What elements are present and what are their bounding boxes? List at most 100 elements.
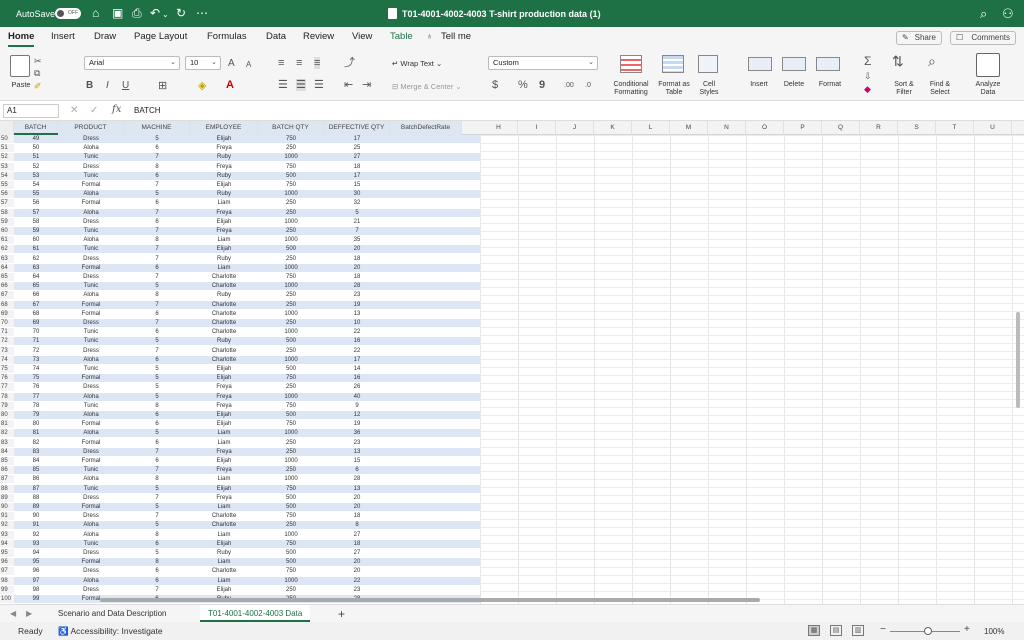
undo-icon[interactable]: ↶ (150, 6, 160, 20)
table-cell[interactable]: 7 (124, 586, 190, 594)
table-cell[interactable]: 18 (324, 540, 390, 548)
zoom-in-icon[interactable]: + (964, 624, 970, 635)
table-cell[interactable]: 6 (124, 439, 190, 447)
table-cell[interactable]: 17 (324, 356, 390, 364)
table-row[interactable]: 78 Tunic 8 Freya 750 9 (14, 401, 480, 410)
table-cell-empty[interactable] (390, 301, 462, 309)
table-row[interactable]: 75 Formal 5 Elijah 750 16 (14, 374, 480, 383)
table-cell[interactable]: 750 (258, 135, 324, 143)
cut-icon[interactable]: ✂ (34, 55, 42, 67)
row-header[interactable]: 78 (0, 392, 14, 401)
table-cell[interactable]: 82 (14, 439, 58, 447)
sheet-tab-data[interactable]: T01-4001-4002-4003 Data (200, 605, 311, 622)
table-cell[interactable]: Dress (58, 319, 124, 327)
table-row[interactable]: 90 Dress 7 Charlotte 750 18 (14, 512, 480, 521)
table-cell[interactable]: 57 (14, 209, 58, 217)
table-cell[interactable]: Elijah (190, 135, 258, 143)
table-cell-empty[interactable] (390, 356, 462, 364)
column-header[interactable]: N (708, 121, 746, 135)
table-cell-empty[interactable] (390, 291, 462, 299)
table-cell[interactable]: 94 (14, 549, 58, 557)
table-cell[interactable]: 55 (14, 190, 58, 198)
table-row[interactable]: 51 Tunic 7 Ruby 1000 27 (14, 153, 480, 162)
add-sheet-icon[interactable]: + (338, 607, 345, 621)
table-cell[interactable]: 750 (258, 163, 324, 171)
table-cell[interactable]: Freya (190, 393, 258, 401)
table-row[interactable]: 55 Aloha 5 Ruby 1000 30 (14, 190, 480, 199)
table-cell[interactable]: Elijah (190, 245, 258, 253)
table-cell[interactable]: Elijah (190, 374, 258, 382)
table-cell[interactable]: 1000 (258, 393, 324, 401)
row-header[interactable]: 69 (0, 309, 14, 318)
table-cell[interactable]: 6 (324, 466, 390, 474)
table-cell[interactable]: 9 (324, 402, 390, 410)
paste-icon[interactable] (10, 55, 30, 77)
row-header[interactable]: 59 (0, 217, 14, 226)
table-row[interactable]: 87 Tunic 5 Elijah 750 13 (14, 484, 480, 493)
table-cell[interactable]: 79 (14, 411, 58, 419)
table-row[interactable]: 73 Aloha 6 Charlotte 1000 17 (14, 355, 480, 364)
table-row[interactable]: 98 Dress 7 Elijah 250 23 (14, 585, 480, 594)
row-header[interactable]: 73 (0, 346, 14, 355)
table-cell[interactable]: 84 (14, 457, 58, 465)
row-header[interactable]: 65 (0, 273, 14, 281)
row-header[interactable]: 75 (0, 365, 14, 373)
table-cell-empty[interactable] (390, 439, 462, 447)
table-cell[interactable]: 23 (324, 439, 390, 447)
table-row[interactable]: 49 Dress 5 Elijah 750 17 (14, 135, 480, 143)
table-row[interactable]: 92 Aloha 8 Liam 1000 27 (14, 530, 480, 539)
table-row[interactable]: 70 Tunic 6 Charlotte 1000 22 (14, 328, 480, 337)
row-header[interactable]: 81 (0, 420, 14, 429)
table-cell[interactable]: Aloha (58, 577, 124, 585)
table-cell[interactable]: Elijah (190, 485, 258, 493)
table-cell[interactable]: 8 (124, 558, 190, 566)
table-cell[interactable]: Aloha (58, 209, 124, 217)
row-header[interactable]: 67 (0, 291, 14, 300)
font-name-select[interactable]: Arial ⌄ (84, 56, 180, 70)
table-cell[interactable]: 27 (324, 153, 390, 161)
table-cell[interactable]: Tunic (58, 337, 124, 345)
table-cell[interactable]: 500 (258, 503, 324, 511)
table-cell[interactable]: Formal (58, 457, 124, 465)
table-cell[interactable]: 1000 (258, 429, 324, 437)
table-cell-empty[interactable] (390, 429, 462, 437)
format-painter-icon[interactable]: ✐ (34, 80, 42, 92)
table-row[interactable]: 66 Aloha 8 Ruby 250 23 (14, 291, 480, 300)
table-cell-empty[interactable] (390, 503, 462, 511)
table-cell[interactable]: 7 (124, 448, 190, 456)
merge-center-button[interactable]: ⊟ Merge & Center ⌄ (392, 82, 462, 91)
table-cell[interactable]: 56 (14, 199, 58, 207)
row-header[interactable]: 74 (0, 355, 14, 364)
table-row[interactable]: 54 Formal 7 Elijah 750 15 (14, 181, 480, 189)
row-header[interactable]: 68 (0, 300, 14, 309)
table-header-cell[interactable]: MACHINE (124, 121, 190, 135)
table-cell[interactable]: 250 (258, 383, 324, 391)
table-cell[interactable]: Tunic (58, 466, 124, 474)
table-cell[interactable]: 21 (324, 218, 390, 226)
table-cell[interactable]: 5 (124, 365, 190, 373)
enter-icon[interactable]: ✓ (90, 105, 98, 116)
row-header[interactable]: 76 (0, 374, 14, 383)
table-cell[interactable]: 81 (14, 429, 58, 437)
column-header[interactable]: T (936, 121, 974, 135)
table-cell[interactable]: 27 (324, 531, 390, 539)
tab-view[interactable]: View (352, 31, 372, 42)
table-cell[interactable]: 92 (14, 531, 58, 539)
table-row[interactable]: 86 Aloha 8 Liam 1000 28 (14, 475, 480, 484)
table-cell[interactable]: Aloha (58, 393, 124, 401)
table-row[interactable]: 71 Tunic 5 Ruby 500 16 (14, 337, 480, 346)
table-cell[interactable]: Elijah (190, 181, 258, 189)
tab-home[interactable]: Home (8, 31, 35, 47)
currency-button[interactable]: $ (492, 79, 498, 91)
table-cell-empty[interactable] (390, 374, 462, 382)
table-cell[interactable]: Formal (58, 420, 124, 428)
table-cell[interactable]: 5 (124, 135, 190, 143)
table-cell[interactable]: 20 (324, 494, 390, 502)
table-row[interactable]: 95 Formal 8 Liam 500 20 (14, 558, 480, 567)
zoom-out-icon[interactable]: − (880, 624, 886, 635)
table-cell[interactable]: 23 (324, 586, 390, 594)
table-cell[interactable]: Freya (190, 402, 258, 410)
table-cell[interactable]: Formal (58, 503, 124, 511)
conditional-formatting-icon[interactable] (620, 55, 642, 73)
table-cell[interactable]: 1000 (258, 153, 324, 161)
